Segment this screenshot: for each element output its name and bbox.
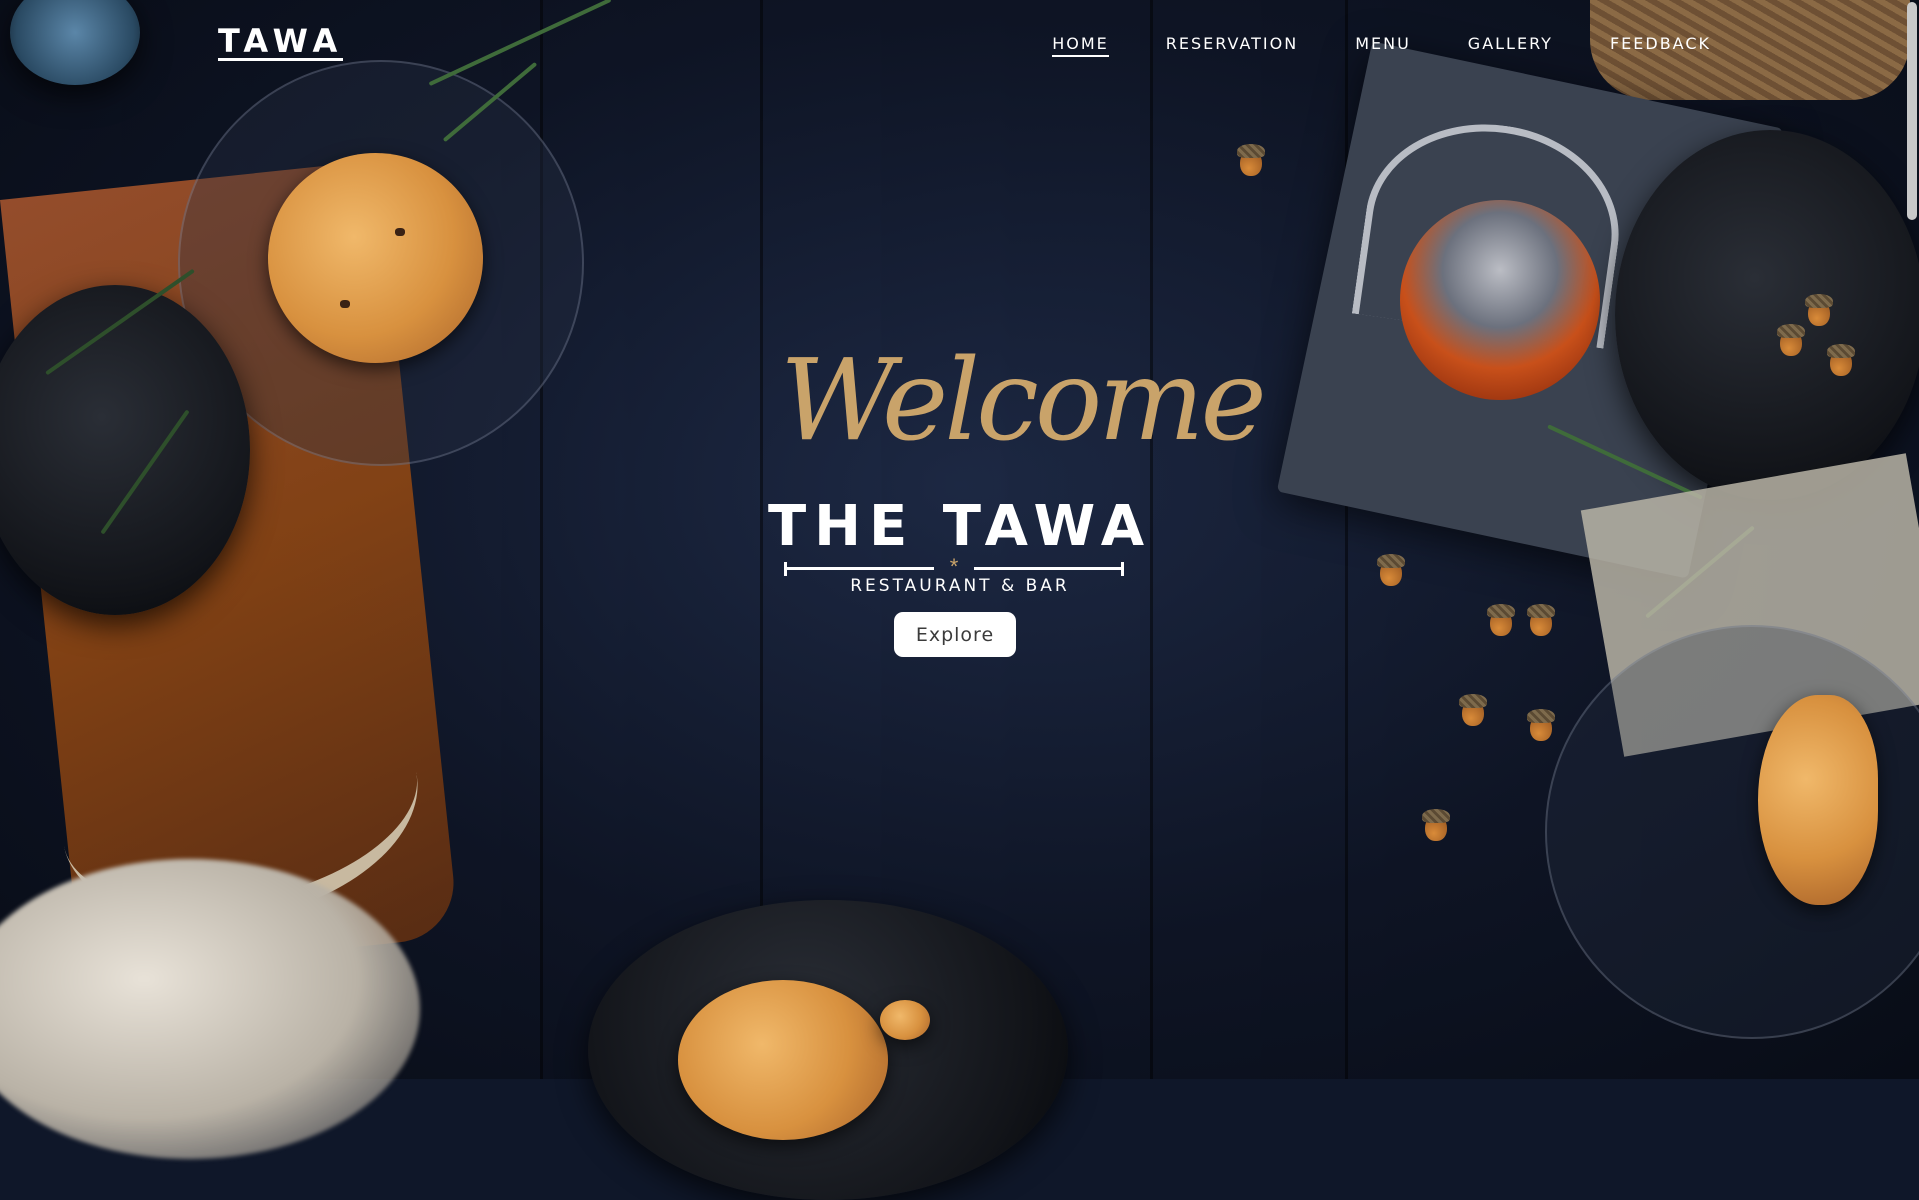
nav-item-reservation[interactable]: RESERVATION [1166, 34, 1298, 57]
title-divider: * [784, 556, 1124, 578]
chocolate-chip [395, 228, 405, 236]
acorn-decoration [1237, 144, 1265, 176]
explore-button[interactable]: Explore [894, 612, 1016, 657]
scrollbar-thumb[interactable] [1907, 2, 1917, 220]
main-nav: HOME RESERVATION MENU GALLERY FEEDBACK [1052, 34, 1711, 57]
acorn-decoration [1422, 809, 1450, 841]
glass-teapot-decoration [1400, 200, 1600, 400]
chocolate-chip [340, 300, 350, 308]
black-bowl-decoration [1615, 130, 1919, 500]
divider-star-icon: * [949, 554, 959, 579]
nav-item-menu[interactable]: MENU [1355, 34, 1411, 57]
cookie-decoration [678, 980, 888, 1140]
tagline: RESTAURANT & BAR [850, 576, 1070, 596]
cookie-decoration [268, 153, 483, 363]
acorn-decoration [1527, 709, 1555, 741]
acorn-decoration [1487, 604, 1515, 636]
nav-item-feedback[interactable]: FEEDBACK [1610, 34, 1711, 57]
cookie-crumb [880, 1000, 930, 1040]
acorn-decoration [1827, 344, 1855, 376]
nav-item-home[interactable]: HOME [1052, 34, 1109, 57]
acorn-decoration [1777, 324, 1805, 356]
nav-item-gallery[interactable]: GALLERY [1468, 34, 1553, 57]
welcome-script: Welcome [780, 336, 1267, 466]
site-logo[interactable]: TAWA [218, 24, 344, 61]
acorn-decoration [1459, 694, 1487, 726]
brand-title: THE TAWA [767, 494, 1153, 559]
acorn-decoration [1377, 554, 1405, 586]
cookie-decoration [1758, 695, 1878, 905]
acorn-decoration [1805, 294, 1833, 326]
acorn-decoration [1527, 604, 1555, 636]
